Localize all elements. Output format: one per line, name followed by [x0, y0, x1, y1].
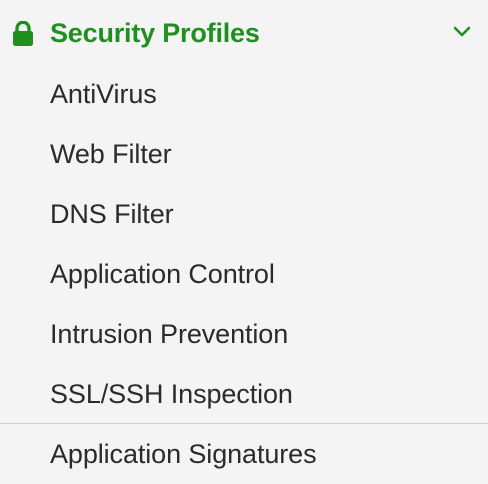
menu-item-label: Web Filter — [50, 139, 172, 169]
menu-item-label: Application Control — [50, 259, 275, 289]
menu-item-web-filter[interactable]: Web Filter — [0, 124, 488, 184]
menu-item-label: Application Signatures — [50, 439, 317, 469]
menu-item-application-control[interactable]: Application Control — [0, 244, 488, 304]
security-profiles-title: Security Profiles — [50, 18, 260, 48]
menu-item-label: AntiVirus — [50, 79, 157, 109]
sidebar-menu: Security Profiles AntiVirus Web Filter D… — [0, 0, 488, 469]
menu-item-label: SSL/SSH Inspection — [50, 379, 293, 409]
menu-item-label: DNS Filter — [50, 199, 174, 229]
menu-item-label: Intrusion Prevention — [50, 319, 289, 349]
menu-item-dns-filter[interactable]: DNS Filter — [0, 184, 488, 244]
menu-item-application-signatures[interactable]: Application Signatures — [0, 424, 488, 484]
menu-item-ssl-ssh-inspection[interactable]: SSL/SSH Inspection — [0, 364, 488, 424]
lock-icon — [13, 21, 33, 46]
menu-item-antivirus[interactable]: AntiVirus — [0, 64, 488, 124]
security-profiles-header[interactable]: Security Profiles — [0, 0, 488, 64]
menu-item-intrusion-prevention[interactable]: Intrusion Prevention — [0, 304, 488, 364]
chevron-down-icon[interactable] — [452, 24, 472, 40]
